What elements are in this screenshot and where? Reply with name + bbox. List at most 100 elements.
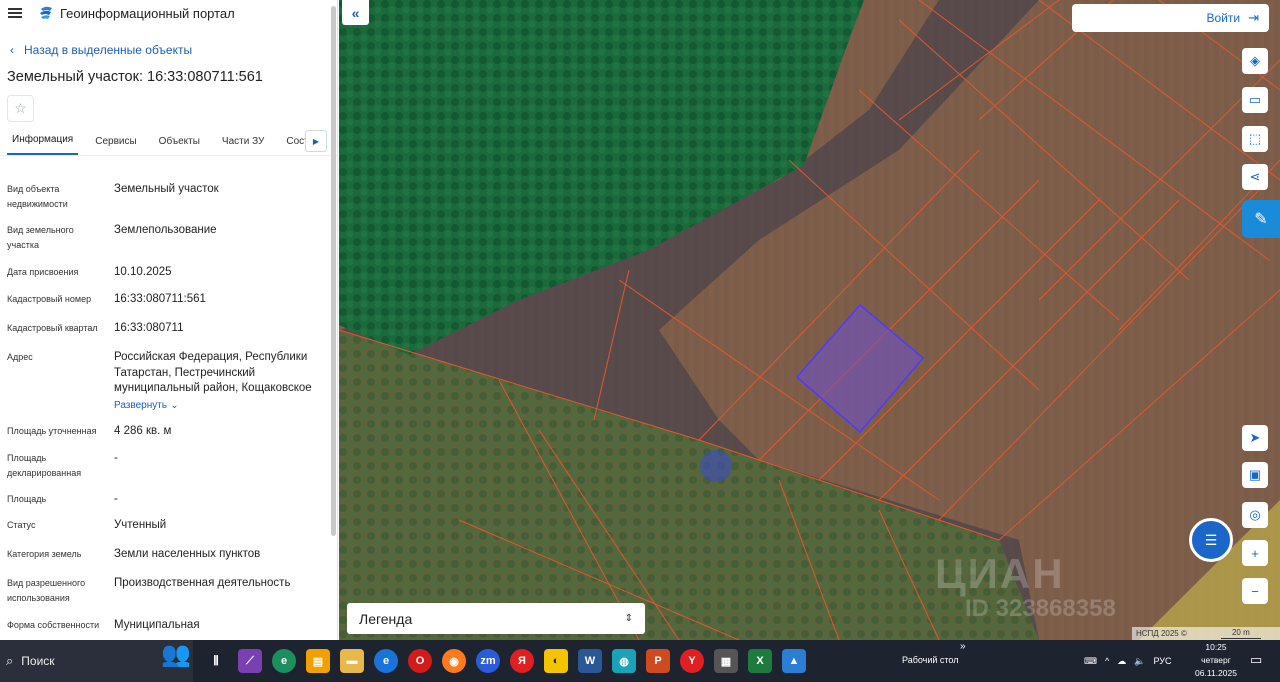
edit-layer-icon: ✎ — [1254, 211, 1268, 228]
login-button[interactable]: Войти ⇥ — [1072, 4, 1269, 32]
search-icon: ⌕ — [6, 653, 14, 668]
word-icon[interactable]: W — [578, 649, 602, 673]
zoom-in-button[interactable]: + — [1242, 540, 1268, 566]
map-canvas — [339, 0, 1280, 640]
plus-icon: + — [1251, 545, 1259, 561]
minus-icon: − — [1251, 583, 1259, 599]
yandex-browser-icon[interactable]: Y — [680, 649, 704, 673]
task-view-icon[interactable]: ⫼ — [204, 649, 228, 673]
ruler-icon: ▭ — [1248, 92, 1262, 107]
layers-button[interactable]: ◈ — [1242, 48, 1268, 74]
beeline-icon[interactable]: ◐ — [544, 649, 568, 673]
chevron-up-icon[interactable]: ^ — [1105, 656, 1109, 666]
taskbar-search[interactable]: ⌕ Поиск 👥 — [0, 640, 193, 682]
property-key: Вид объекта недвижимости — [7, 184, 68, 209]
scale-bar: 20 m — [1220, 628, 1261, 639]
double-chevron-left-icon: « — [351, 4, 360, 21]
system-tray: ⌨ ^ ☁ 🔈 РУС — [1080, 648, 1175, 674]
chevron-left-icon: ‹ — [10, 43, 14, 57]
property-value: Землепользование — [114, 224, 217, 236]
property-key: Кадастровый квартал — [7, 323, 98, 333]
expand-link[interactable]: Развернуть ⌄ — [114, 398, 322, 414]
tab-objects[interactable]: Объекты — [154, 136, 205, 155]
property-value: 4 286 кв. м — [114, 425, 172, 437]
share-button[interactable]: ⋖ — [1242, 164, 1268, 190]
chat-bubble-icon: ☰ — [1204, 531, 1218, 548]
property-key: Дата присвоения — [7, 267, 79, 277]
internet-explorer-icon[interactable]: e — [374, 649, 398, 673]
speaker-icon[interactable]: 🔈 — [1134, 656, 1145, 667]
app-icon-3[interactable]: ▦ — [714, 649, 738, 673]
panel-scrollbar[interactable] — [331, 6, 336, 536]
location-marker — [700, 450, 732, 482]
chat-button[interactable]: ☰ — [1189, 518, 1233, 562]
taskbar-clock[interactable]: 10:25 четверг 06.11.2025 — [1194, 641, 1238, 680]
minimap-icon: ▣ — [1248, 467, 1262, 482]
map-view[interactable]: ЦИАН ID 323868358 « Войти ⇥ ◈ ▭ ⬚ ⋖ ✎ ➤ … — [339, 0, 1280, 640]
property-value: Учтенный — [114, 519, 167, 531]
notes-icon[interactable]: ▤ — [306, 649, 330, 673]
photos-icon[interactable]: ▲ — [782, 649, 806, 673]
favorite-button[interactable]: ☆ — [7, 95, 34, 122]
property-value: 10.10.2025 — [114, 266, 172, 278]
property-key: Форма собственности — [7, 620, 100, 630]
property-value: Российская Федерация, Республики Татарст… — [114, 351, 312, 394]
notification-icon[interactable]: ▭ — [1250, 652, 1262, 668]
legend-label: Легенда — [359, 610, 413, 627]
cloud-icon[interactable]: ☁ — [1117, 656, 1126, 667]
property-key: Вид разрешенного использования — [7, 578, 86, 603]
measure-button[interactable]: ▭ — [1242, 87, 1268, 113]
picture-in-picture-button[interactable]: ▣ — [1242, 462, 1268, 488]
star-icon: ☆ — [14, 100, 27, 116]
geolocate-button[interactable]: ➤ — [1242, 425, 1268, 451]
firefox-icon[interactable]: ◉ — [442, 649, 466, 673]
location-pin-button[interactable]: ◎ — [1242, 502, 1268, 528]
toolbar-overflow-icon[interactable]: » — [960, 641, 966, 652]
zoom-out-button[interactable]: − — [1242, 578, 1268, 604]
legend-dropdown[interactable]: Легенда ⇕ — [347, 603, 645, 634]
app-icon-2[interactable]: ◍ — [612, 649, 636, 673]
share-icon: ⋖ — [1249, 169, 1261, 184]
watermark-text: ЦИАН — [935, 550, 1065, 597]
property-key: Площадь — [7, 494, 47, 504]
property-key: Площадь уточненная — [7, 426, 97, 436]
app-icon-1[interactable]: ⟋ — [238, 649, 262, 673]
yandex-icon[interactable]: Я — [510, 649, 534, 673]
portal-logo-icon — [40, 6, 52, 19]
edge-icon[interactable]: e — [272, 649, 296, 673]
tool-panel-toggle-button[interactable]: ✎ — [1242, 200, 1280, 238]
file-explorer-icon[interactable]: ▬ — [340, 649, 364, 673]
zoom-icon[interactable]: zm — [476, 649, 500, 673]
property-value: 16:33:080711:561 — [114, 293, 206, 305]
menu-icon[interactable] — [8, 8, 22, 18]
tab-services[interactable]: Сервисы — [90, 136, 141, 155]
object-title: Земельный участок: 16:33:080711:561 — [7, 69, 263, 85]
select-area-icon: ⬚ — [1248, 131, 1262, 146]
panel-header: Геоинформационный портал — [0, 0, 337, 26]
search-highlight-icon: 👥 — [161, 641, 191, 668]
back-link-label: Назад в выделенные объекты — [24, 43, 193, 57]
login-label: Войти — [1206, 11, 1241, 25]
tab-parts[interactable]: Части ЗУ — [217, 136, 269, 155]
expand-label: Развернуть — [114, 400, 168, 411]
powerpoint-icon[interactable]: P — [646, 649, 670, 673]
select-area-button[interactable]: ⬚ — [1242, 126, 1268, 152]
language-indicator[interactable]: РУС — [1153, 656, 1171, 666]
watermark-id: ID 323868358 — [965, 595, 1116, 622]
collapse-panel-button[interactable]: « — [342, 0, 369, 25]
property-key: Кадастровый номер — [7, 294, 92, 304]
tabs-scroll-right-button[interactable]: ▶ — [305, 130, 327, 152]
property-value: - — [114, 452, 118, 464]
tab-information[interactable]: Информация — [7, 134, 79, 155]
map-attribution: НСПД 2025 © 20 m — [1132, 627, 1280, 640]
desktop-toolbar-label[interactable]: Рабочий стол — [902, 655, 959, 665]
expand-collapse-icon: ⇕ — [624, 613, 633, 624]
tab-bar: Информация Сервисы Объекты Части ЗУ Сост… — [0, 128, 337, 156]
excel-icon[interactable]: X — [748, 649, 772, 673]
back-link[interactable]: ‹ Назад в выделенные объекты — [10, 41, 337, 59]
opera-icon[interactable]: O — [408, 649, 432, 673]
property-key: Категория земель — [7, 549, 82, 559]
property-value: Муниципальная — [114, 619, 200, 631]
copyright-text: НСПД 2025 © — [1136, 629, 1187, 638]
keyboard-icon[interactable]: ⌨ — [1084, 656, 1097, 667]
